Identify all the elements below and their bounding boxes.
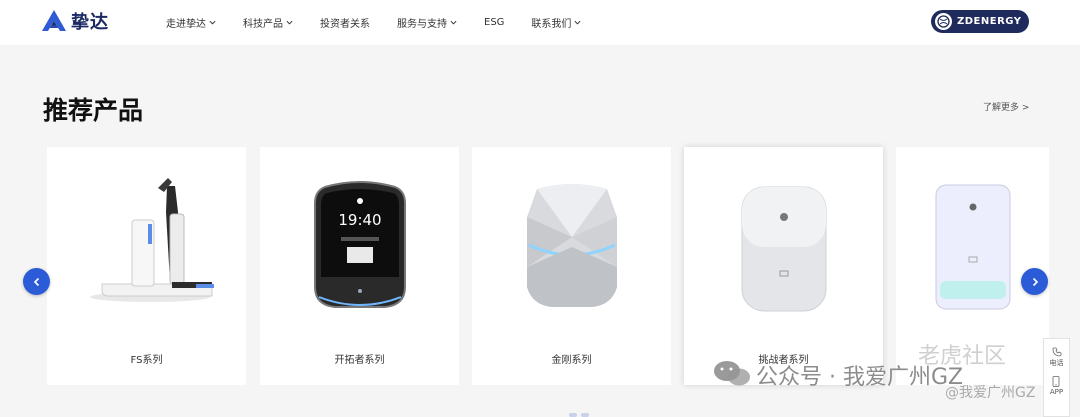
carousel-next-button[interactable] <box>1021 268 1048 295</box>
nav-label: 走进挚达 <box>166 19 206 30</box>
nav-item-products[interactable]: 科技产品 <box>243 15 293 30</box>
floating-toolbar: 电话 APP <box>1043 338 1070 417</box>
product-card-challenger[interactable]: 挑战者系列 <box>684 147 883 385</box>
site-logo[interactable]: 挚达 <box>41 8 109 34</box>
main-nav: 走进挚达 科技产品 投资者关系 服务与支持 ESG 联系我们 <box>166 0 608 45</box>
chevron-down-icon <box>209 20 216 25</box>
robot-arm-charger-image <box>47 167 246 327</box>
carousel-indicator <box>569 413 589 417</box>
nav-item-esg[interactable]: ESG <box>484 17 504 28</box>
phone-icon <box>1052 347 1061 357</box>
chevron-down-icon <box>286 20 293 25</box>
rounded-charger-image <box>684 167 883 327</box>
chevron-down-icon <box>574 20 581 25</box>
product-card-pioneer[interactable]: 19:40 开拓者系列 <box>260 147 459 385</box>
chevron-down-icon <box>450 20 457 25</box>
top-navigation-bar: 挚达 走进挚达 科技产品 投资者关系 服务与支持 ESG 联系我们 ZDENER… <box>0 0 1080 45</box>
carousel-prev-button[interactable] <box>23 268 50 295</box>
logo-mark-icon <box>42 10 66 31</box>
product-name: FS系列 <box>130 355 163 366</box>
app-label: APP <box>1049 388 1064 396</box>
indicator-dot[interactable] <box>569 413 577 417</box>
product-card-partial[interactable] <box>896 147 1049 385</box>
chevron-left-icon <box>33 277 39 286</box>
nav-item-contact[interactable]: 联系我们 <box>531 15 581 30</box>
slim-charger-image <box>896 167 1049 327</box>
product-name: 开拓者系列 <box>334 355 385 366</box>
phone-label: 电话 <box>1049 359 1064 367</box>
zdenergy-badge-button[interactable]: ZDENERGY <box>931 10 1029 33</box>
nav-label: 联系我们 <box>531 19 572 30</box>
phone-tool[interactable]: 电话 <box>1050 347 1064 368</box>
globe-icon <box>935 13 952 30</box>
chevron-right-icon <box>1032 277 1038 286</box>
nav-label: 服务与支持 <box>397 19 447 30</box>
nav-label: 科技产品 <box>243 19 283 30</box>
section-title: 推荐产品 <box>43 96 144 125</box>
badge-label: ZDENERGY <box>957 16 1022 27</box>
product-name: 挑战者系列 <box>758 355 809 366</box>
nav-item-about[interactable]: 走进挚达 <box>166 15 216 30</box>
learn-more-link[interactable]: 了解更多 > <box>983 100 1029 113</box>
mobile-icon <box>1053 376 1060 387</box>
product-name: 金刚系列 <box>551 355 592 366</box>
screen-charger-image: 19:40 <box>260 167 459 327</box>
indicator-dot[interactable] <box>581 413 589 417</box>
watermark-handle: @我爱广州GZ <box>945 385 1036 401</box>
logo-text: 挚达 <box>71 12 109 33</box>
product-card-kingkong[interactable]: 金刚系列 <box>472 147 671 385</box>
app-tool[interactable]: APP <box>1050 376 1063 396</box>
diamond-charger-image <box>472 167 671 327</box>
charger-screen-time: 19:40 <box>338 211 381 229</box>
nav-item-investors[interactable]: 投资者关系 <box>320 15 370 30</box>
nav-label: 投资者关系 <box>320 19 370 30</box>
product-card-fs[interactable]: FS系列 <box>47 147 246 385</box>
nav-item-service[interactable]: 服务与支持 <box>397 15 457 30</box>
nav-label: ESG <box>484 17 505 28</box>
